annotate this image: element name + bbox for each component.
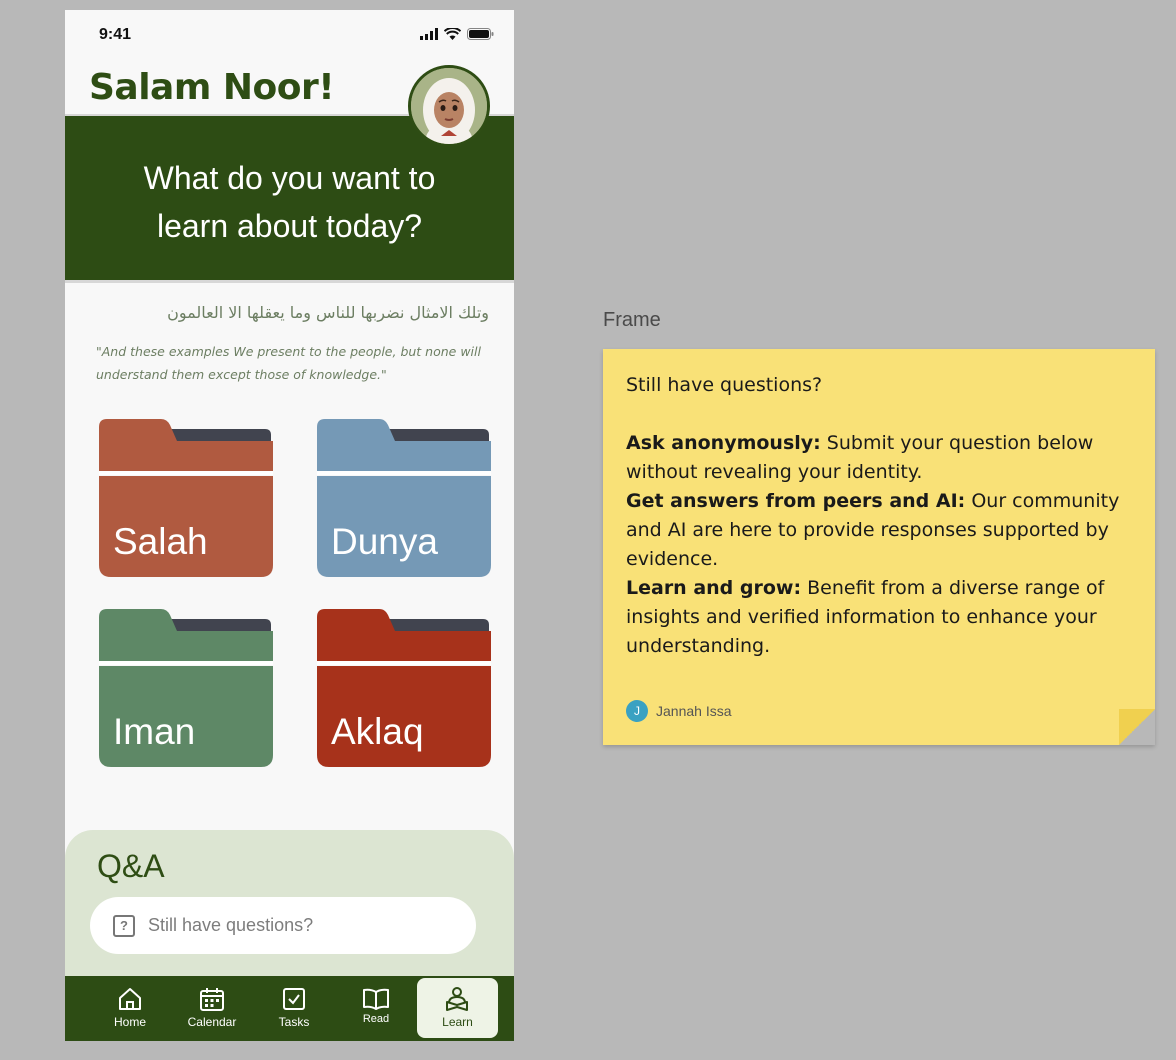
nav-tasks-label: Tasks bbox=[278, 1015, 310, 1029]
folder-label-dunya: Dunya bbox=[331, 521, 438, 562]
status-time: 9:41 bbox=[99, 26, 132, 43]
status-icons bbox=[420, 28, 494, 40]
sticky-point-1: Ask anonymously: Submit your question be… bbox=[626, 429, 1136, 487]
nav-read[interactable]: Read bbox=[341, 976, 411, 1041]
nav-tasks[interactable]: Tasks bbox=[259, 976, 329, 1041]
hero-title: What do you want to learn about today? bbox=[65, 154, 514, 250]
sticky-note-body: Still have questions? Ask anonymously: S… bbox=[626, 371, 1136, 661]
author-avatar: J bbox=[626, 700, 648, 722]
battery-icon bbox=[467, 28, 494, 40]
nav-calendar[interactable]: Calendar bbox=[177, 976, 247, 1041]
nav-home[interactable]: Home bbox=[95, 976, 165, 1041]
hero-divider bbox=[65, 280, 514, 283]
status-bar: 9:41 bbox=[65, 10, 514, 60]
hero-title-line-1: What do you want to bbox=[143, 160, 436, 196]
hijabi-avatar-icon bbox=[411, 68, 487, 144]
sticky-point-3: Learn and grow: Benefit from a diverse r… bbox=[626, 574, 1136, 661]
folder-dunya[interactable]: Dunya bbox=[317, 419, 491, 577]
sticky-intro: Still have questions? bbox=[626, 374, 823, 396]
profile-avatar[interactable] bbox=[408, 65, 490, 147]
folder-iman[interactable]: Iman bbox=[99, 609, 273, 767]
sticky-point-2-title: Get answers from peers and AI: bbox=[626, 490, 966, 512]
sticky-note-fold bbox=[1119, 709, 1155, 745]
learn-icon bbox=[446, 987, 468, 1011]
nav-home-label: Home bbox=[113, 1015, 146, 1029]
wifi-icon bbox=[444, 28, 461, 40]
nav-learn[interactable]: Learn bbox=[417, 978, 498, 1038]
folder-label-iman: Iman bbox=[113, 711, 196, 752]
qa-section: Q&A ? Still have questions? bbox=[65, 830, 514, 990]
bottom-nav: Home Calendar Tasks Read Learn bbox=[65, 976, 514, 1041]
question-icon: ? bbox=[113, 915, 135, 937]
question-input[interactable]: ? Still have questions? bbox=[90, 897, 476, 954]
folder-salah[interactable]: Salah bbox=[99, 419, 273, 577]
author-name: Jannah Issa bbox=[656, 703, 732, 719]
greeting-title: Salam Noor! bbox=[89, 67, 335, 108]
sticky-point-1-title: Ask anonymously: bbox=[626, 432, 821, 454]
frame-label[interactable]: Frame bbox=[603, 309, 661, 332]
calendar-icon bbox=[200, 988, 224, 1011]
verse-arabic: وتلك الامثال نضربها للناس وما يعقلها الا… bbox=[167, 303, 489, 322]
phone-frame: 9:41 Salam Noor! What do you want to lea… bbox=[65, 10, 514, 1041]
sticky-point-3-title: Learn and grow: bbox=[626, 577, 802, 599]
qa-title: Q&A bbox=[97, 848, 165, 884]
home-icon bbox=[119, 988, 141, 1010]
nav-learn-label: Learn bbox=[442, 1015, 473, 1029]
tasks-icon bbox=[283, 988, 305, 1010]
verse-translation: "And these examples We present to the pe… bbox=[96, 344, 481, 382]
nav-calendar-label: Calendar bbox=[187, 1015, 237, 1029]
book-icon bbox=[363, 988, 389, 1010]
sticky-note[interactable]: Still have questions? Ask anonymously: S… bbox=[603, 349, 1155, 745]
hero-title-line-2: learn about today? bbox=[156, 208, 423, 244]
question-placeholder: Still have questions? bbox=[148, 915, 314, 935]
folder-aklaq[interactable]: Aklaq bbox=[317, 609, 491, 767]
signal-icon bbox=[420, 28, 438, 40]
nav-read-label: Read bbox=[362, 1013, 390, 1025]
folder-label-salah: Salah bbox=[113, 521, 208, 562]
sticky-author: J Jannah Issa bbox=[626, 700, 732, 722]
sticky-point-2: Get answers from peers and AI: Our commu… bbox=[626, 487, 1136, 574]
folder-label-aklaq: Aklaq bbox=[331, 711, 424, 752]
